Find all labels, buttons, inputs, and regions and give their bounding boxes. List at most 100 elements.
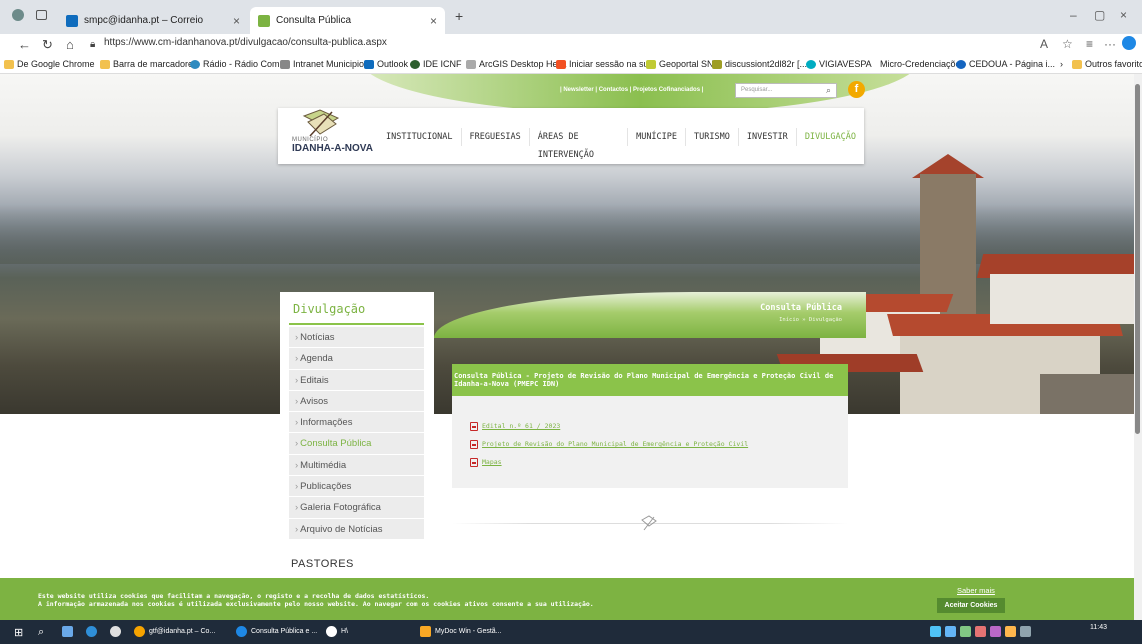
chevron-right-icon: › (295, 332, 299, 343)
taskbar: ⊞ ⌕ gtf@idanha.pt – Co... Consulta Públi… (0, 620, 1142, 644)
fav-overflow[interactable]: › (1060, 59, 1063, 69)
fav-item[interactable]: discussiont2dl82r [... (712, 59, 807, 69)
close-icon[interactable]: × (233, 14, 240, 28)
menu-municipe[interactable]: MUNÍCIPE (628, 128, 687, 146)
refresh-icon[interactable]: ↻ (42, 37, 53, 53)
edge-icon[interactable] (86, 626, 97, 637)
maximize-icon[interactable]: ▢ (1094, 8, 1105, 22)
chevron-right-icon: › (295, 417, 299, 429)
fav-item[interactable]: Geoportal SNIT (646, 59, 722, 69)
search-input[interactable]: Pesquisar... ⌕ (735, 83, 837, 98)
fav-item[interactable]: Outros favoritos (1072, 59, 1142, 69)
search-icon[interactable]: ⌕ (38, 626, 44, 639)
sidebar-title: Divulgação (293, 302, 366, 316)
favorites-icon[interactable]: ≡ (1086, 37, 1093, 51)
sidebar-item-arquivo[interactable]: › Arquivo de Notícias (289, 519, 424, 540)
document-list: Edital n.º 61 / 2023 Projeto de Revisão … (470, 420, 748, 474)
mydoc-icon (420, 626, 431, 637)
document-link[interactable]: Edital n.º 61 / 2023 (470, 420, 748, 432)
fav-item[interactable]: Iniciar sessão na su... (556, 59, 656, 69)
search-icon[interactable]: ⌕ (826, 85, 831, 96)
sidebar-item-editais[interactable]: › Editais (289, 370, 424, 391)
fav-item[interactable]: IDE ICNF (410, 59, 462, 69)
windows-start-icon[interactable]: ⊞ (14, 626, 23, 639)
chrome-icon[interactable] (110, 626, 121, 637)
fav-item[interactable]: Rádio - Rádio Com... (190, 59, 287, 69)
fav-item[interactable]: Micro-Credenciações (880, 59, 965, 69)
accept-cookies-button[interactable]: Aceitar Cookies (937, 598, 1005, 613)
tab-mail[interactable]: smpc@idanha.pt – Correio × (58, 7, 248, 34)
tray-icons[interactable] (930, 626, 1031, 637)
globe-icon (410, 59, 420, 69)
new-tab-icon[interactable]: + (455, 8, 463, 24)
close-icon[interactable]: × (430, 14, 437, 28)
taskbar-app[interactable]: gtf@idanha.pt – Co... (134, 626, 215, 637)
breadcrumb[interactable]: Início » Divulgação (779, 317, 842, 323)
header-nav-box: MUNICÍPIO IDANHA-A-NOVA INSTITUCIONAL FR… (278, 108, 864, 164)
pdf-icon (470, 457, 478, 467)
document-link[interactable]: Mapas (470, 456, 748, 468)
taskbar-app[interactable]: Consulta Pública e ... (236, 626, 317, 637)
sidebar-item-informacoes[interactable]: › Informações (289, 412, 424, 434)
fav-item[interactable]: Intranet Municipio... (280, 59, 372, 69)
outlook-icon (364, 59, 374, 69)
page-scrollbar[interactable] (1134, 74, 1142, 620)
workspaces-icon[interactable] (36, 10, 47, 20)
website: | Newsletter | Contactos | Projetos Cofi… (0, 74, 1142, 578)
sidebar-item-publicacoes[interactable]: › Publicações (289, 476, 424, 498)
profile-icon[interactable] (12, 9, 24, 21)
folder-icon (4, 59, 14, 69)
geoportal-icon (646, 59, 656, 69)
menu-areas-intervencao[interactable]: ÁREAS DE INTERVENÇÃO (530, 128, 629, 160)
menu-institucional[interactable]: INSTITUCIONAL (378, 128, 462, 146)
fav-item[interactable]: CEDOUA - Página i... (956, 59, 1055, 69)
facebook-icon[interactable]: f (848, 81, 865, 98)
logo-title[interactable]: IDANHA-A-NOVA (292, 143, 373, 154)
tab-mail-label: smpc@idanha.pt – Correio (84, 15, 204, 26)
chevron-right-icon: › (1060, 59, 1063, 69)
close-window-icon[interactable]: × (1120, 8, 1127, 22)
document-link[interactable]: Projeto de Revisão do Plano Municipal de… (470, 438, 748, 450)
sidebar-item-avisos[interactable]: › Avisos (289, 391, 424, 413)
folder-icon (100, 59, 110, 69)
hero-image: | Newsletter | Contactos | Projetos Cofi… (0, 74, 1142, 414)
fav-item[interactable]: ArcGIS Desktop Hel... (466, 59, 567, 69)
sidebar-item-multimedia[interactable]: › Multimédia (289, 455, 424, 477)
chevron-right-icon: › (295, 481, 299, 493)
microsoft-icon (556, 59, 566, 69)
read-aloud-icon[interactable]: A (1040, 37, 1048, 51)
sidebar: Divulgação › Notícias › Agenda › Editais › A… (280, 292, 434, 578)
fav-item[interactable]: Barra de marcadores (100, 59, 198, 69)
minimize-icon[interactable]: – (1070, 8, 1077, 22)
taskbar-app[interactable]: MyDoc Win - Gestã... (420, 626, 502, 637)
sidebar-item-noticias[interactable]: › Notícias (289, 327, 424, 349)
fav-item[interactable]: VIGIAVESPA (806, 59, 872, 69)
clock[interactable]: 11:43 (1090, 624, 1107, 631)
chevron-right-icon: › (295, 523, 299, 535)
fav-item[interactable]: Outlook (364, 59, 408, 69)
back-icon[interactable]: ← (18, 37, 31, 52)
menu-divulgacao[interactable]: DIVULGAÇÃO (797, 128, 864, 146)
municipio-logo-icon[interactable] (300, 108, 342, 138)
sidebar-item-consulta-publica[interactable]: › Consulta Pública (289, 433, 424, 455)
copilot-icon[interactable] (1122, 36, 1136, 50)
home-icon[interactable]: ⌂ (66, 37, 74, 52)
sidebar-item-agenda[interactable]: › Agenda (289, 348, 424, 370)
taskbar-app[interactable]: H\ (326, 626, 348, 637)
top-links[interactable]: | Newsletter | Contactos | Projetos Cofi… (560, 87, 703, 93)
tab-consulta[interactable]: Consulta Pública × (250, 7, 445, 34)
more-icon[interactable]: ··· (1104, 37, 1116, 51)
fav-item[interactable]: De Google Chrome (4, 59, 95, 69)
menu-turismo[interactable]: TURISMO (686, 128, 739, 146)
main-menu: INSTITUCIONAL FREGUESIAS ÁREAS DE INTERV… (378, 128, 864, 160)
url-input[interactable]: https://www.cm-idanhanova.pt/divulgacao/… (104, 37, 387, 48)
menu-investir[interactable]: INVESTIR (739, 128, 797, 146)
task-view-icon[interactable] (62, 626, 73, 637)
star-icon[interactable]: ☆ (1062, 37, 1073, 51)
discussion-icon (712, 59, 722, 69)
chevron-right-icon: › (295, 438, 299, 450)
sidebar-item-galeria[interactable]: › Galeria Fotográfica (289, 497, 424, 519)
chevron-right-icon: › (295, 459, 299, 471)
menu-freguesias[interactable]: FREGUESIAS (462, 128, 530, 146)
learn-more-link[interactable]: Saber mais (957, 586, 995, 595)
